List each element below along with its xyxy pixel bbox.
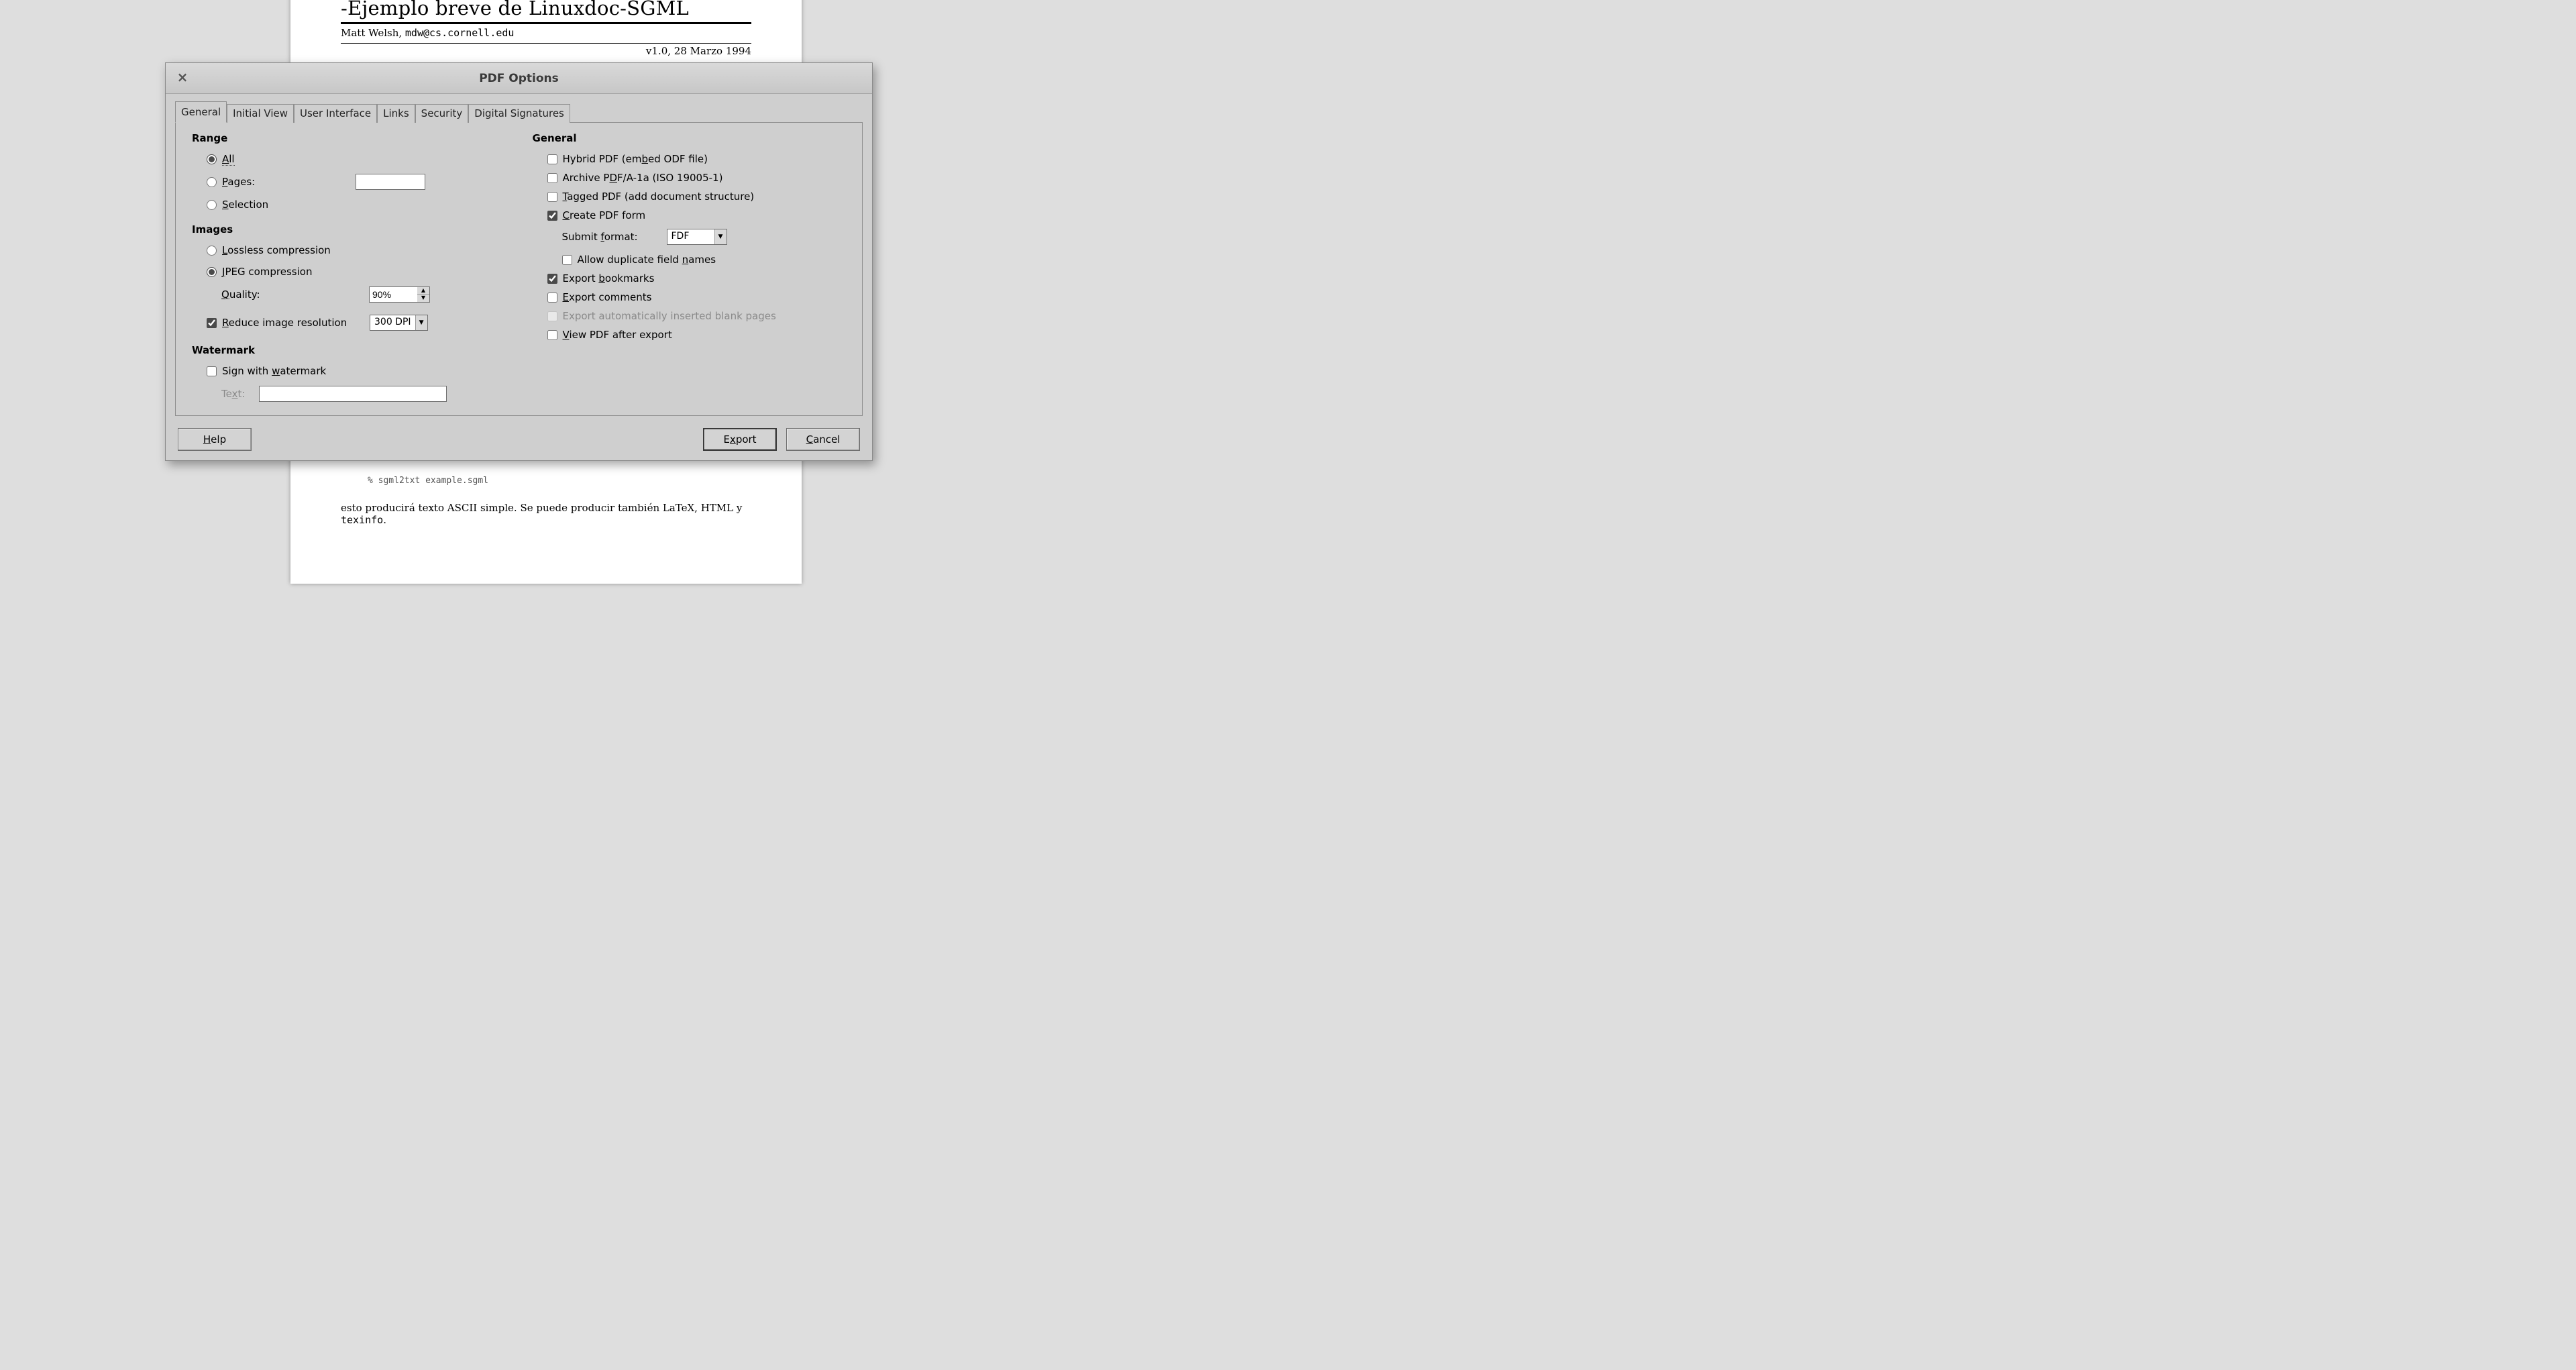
export-comments-checkbox[interactable]: [547, 293, 557, 303]
close-icon[interactable]: ×: [175, 71, 190, 86]
export-bookmarks-checkbox[interactable]: [547, 274, 557, 284]
archive-pdf-checkbox[interactable]: [547, 173, 557, 183]
dup-field-names-checkbox[interactable]: [562, 255, 572, 265]
doc-rule-thick: [341, 22, 751, 24]
hybrid-pdf-checkbox[interactable]: [547, 154, 557, 164]
images-lossless-radio[interactable]: [207, 246, 217, 256]
dpi-value: 300 DPI: [370, 315, 415, 330]
range-all-radio[interactable]: [207, 154, 217, 164]
quality-up-icon[interactable]: ▲: [417, 287, 429, 295]
view-after-export-checkbox[interactable]: [547, 330, 557, 340]
general-heading: General: [533, 132, 847, 144]
view-after-export-label[interactable]: View PDF after export: [563, 329, 672, 341]
export-button[interactable]: Export: [703, 428, 777, 451]
dialog-titlebar[interactable]: × PDF Options: [166, 63, 872, 94]
dialog-title: PDF Options: [166, 72, 872, 85]
images-jpeg-radio[interactable]: [207, 267, 217, 277]
dialog-button-bar: Help Export Cancel: [166, 421, 872, 460]
tagged-pdf-label[interactable]: Tagged PDF (add document structure): [563, 191, 755, 203]
tabpanel-general: Range All Pages:: [175, 122, 863, 416]
quality-input[interactable]: [369, 286, 417, 303]
dialog-body: General Initial View User Interface Link…: [166, 94, 872, 421]
export-blank-pages-label: Export automatically inserted blank page…: [563, 310, 776, 322]
tab-general[interactable]: General: [175, 101, 227, 123]
export-bookmarks-label[interactable]: Export bookmarks: [563, 272, 655, 284]
doc-body-text: esto producirá texto ASCII simple. Se pu…: [341, 502, 751, 526]
watermark-heading: Watermark: [192, 344, 506, 356]
create-pdf-form-label[interactable]: Create PDF form: [563, 209, 646, 221]
submit-format-combo[interactable]: FDF ▼: [667, 229, 727, 245]
submit-format-value: FDF: [667, 229, 714, 244]
quality-spinner[interactable]: ▲ ▼: [369, 286, 430, 303]
tab-initial-view[interactable]: Initial View: [227, 104, 294, 123]
export-comments-label[interactable]: Export comments: [563, 291, 652, 303]
tab-user-interface[interactable]: User Interface: [294, 104, 377, 123]
quality-label: Quality:: [221, 288, 369, 301]
dup-field-names-label[interactable]: Allow duplicate field names: [578, 254, 716, 266]
tagged-pdf-checkbox[interactable]: [547, 192, 557, 202]
doc-author-name: Matt Welsh,: [341, 27, 402, 39]
right-column: General Hybrid PDF (embed ODF file) Arch…: [533, 131, 847, 403]
range-pages-input[interactable]: [356, 174, 425, 190]
help-button[interactable]: Help: [178, 428, 252, 451]
create-pdf-form-checkbox[interactable]: [547, 211, 557, 221]
doc-title: -Ejemplo breve de Linuxdoc-SGML: [341, 0, 751, 19]
range-selection-radio[interactable]: [207, 200, 217, 210]
range-pages-label[interactable]: Pages:: [222, 176, 255, 188]
doc-author-email: mdw@cs.cornell.edu: [405, 27, 515, 39]
chevron-down-icon[interactable]: ▼: [714, 229, 727, 244]
images-jpeg-label[interactable]: JPEG compression: [222, 266, 312, 278]
app-canvas: -Ejemplo breve de Linuxdoc-SGML Matt Wel…: [0, 0, 1030, 548]
doc-version-date: v1.0, 28 Marzo 1994: [341, 45, 751, 57]
export-blank-pages-checkbox: [547, 311, 557, 321]
sign-watermark-checkbox[interactable]: [207, 366, 217, 376]
doc-code-line: % sgml2txt example.sgml: [368, 476, 751, 486]
archive-pdf-label[interactable]: Archive PDF/A-1a (ISO 19005-1): [563, 172, 723, 184]
doc-rule-thin: [341, 43, 751, 44]
quality-down-icon[interactable]: ▼: [417, 295, 429, 302]
images-heading: Images: [192, 223, 506, 235]
reduce-resolution-checkbox[interactable]: [207, 318, 217, 328]
reduce-resolution-label[interactable]: Reduce image resolution: [222, 317, 370, 329]
sign-watermark-label[interactable]: Sign with watermark: [222, 365, 326, 377]
left-column: Range All Pages:: [192, 131, 506, 403]
tabstrip: General Initial View User Interface Link…: [175, 102, 863, 122]
dpi-combo[interactable]: 300 DPI ▼: [370, 315, 428, 331]
doc-author: Matt Welsh, mdw@cs.cornell.edu: [341, 27, 751, 39]
hybrid-pdf-label[interactable]: Hybrid PDF (embed ODF file): [563, 153, 708, 165]
range-pages-radio[interactable]: [207, 177, 217, 187]
images-lossless-label[interactable]: Lossless compression: [222, 244, 331, 256]
pdf-options-dialog: × PDF Options General Initial View User …: [165, 62, 873, 461]
range-heading: Range: [192, 132, 506, 144]
tab-links[interactable]: Links: [377, 104, 415, 123]
watermark-text-input[interactable]: [259, 386, 447, 402]
range-selection-label[interactable]: Selection: [222, 199, 268, 211]
watermark-text-label: Text:: [221, 388, 259, 400]
tab-digital-signatures[interactable]: Digital Signatures: [468, 104, 570, 123]
submit-format-label: Submit format:: [562, 231, 667, 243]
cancel-button[interactable]: Cancel: [786, 428, 860, 451]
chevron-down-icon[interactable]: ▼: [415, 315, 427, 330]
tab-security[interactable]: Security: [415, 104, 469, 123]
range-all-label[interactable]: All: [222, 153, 235, 165]
